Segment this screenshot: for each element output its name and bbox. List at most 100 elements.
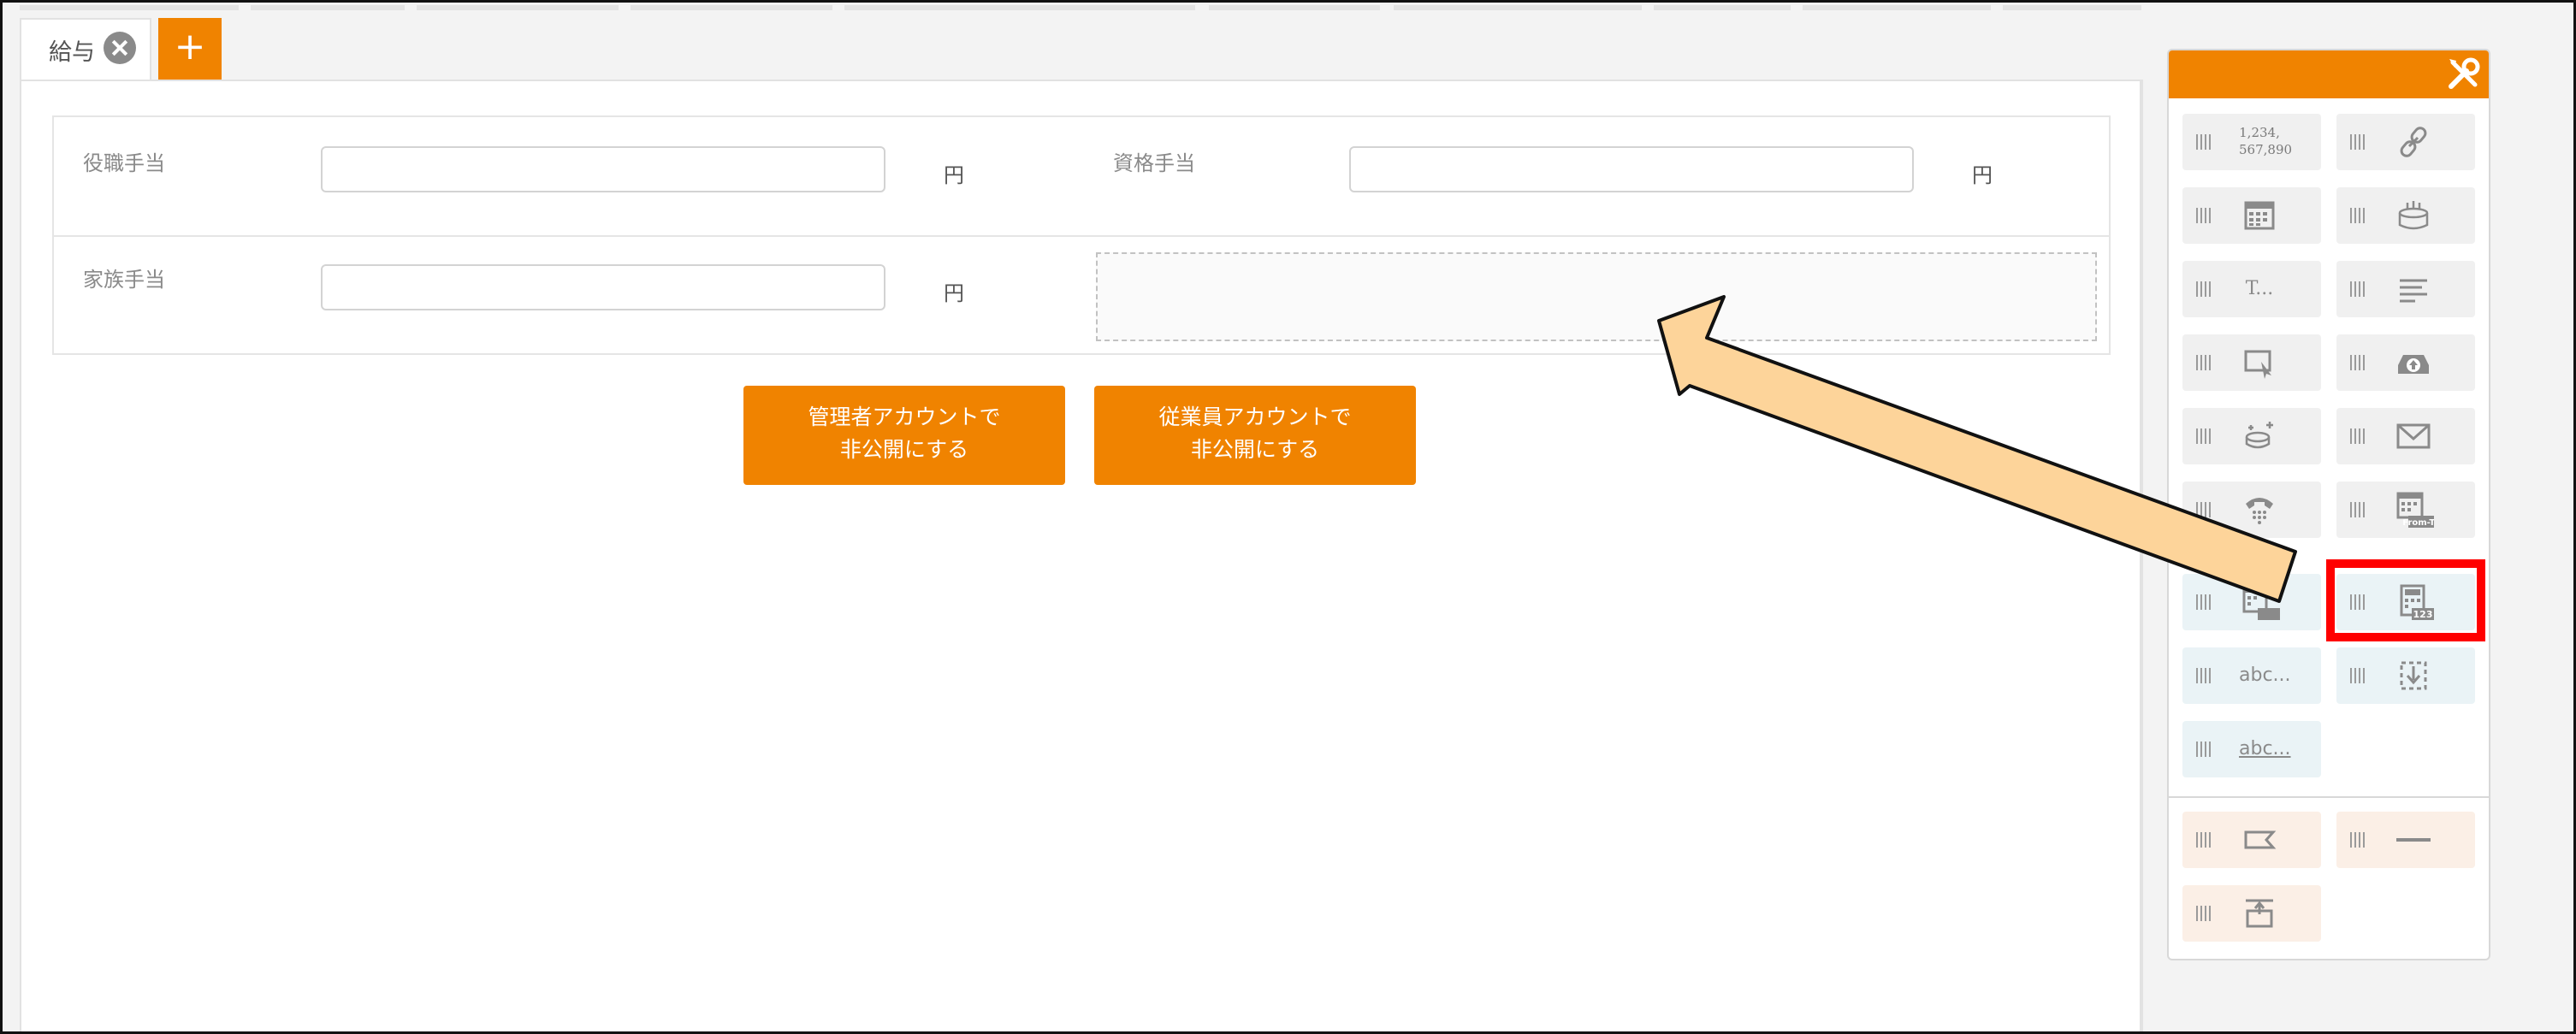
- top-strip: [417, 5, 619, 10]
- drag-handle-icon[interactable]: [2350, 208, 2367, 223]
- number-format-line: 567,890: [2239, 142, 2293, 157]
- wrench-screwdriver-icon[interactable]: [2444, 56, 2482, 93]
- email-tool[interactable]: [2336, 408, 2475, 464]
- top-strip: [2003, 5, 2141, 10]
- from-to-label: From-To: [2402, 518, 2434, 528]
- date-calc-tool[interactable]: [2182, 574, 2321, 630]
- hide-for-admin-button[interactable]: 管理者アカウントで 非公開にする: [743, 386, 1065, 485]
- tag-icon: [2244, 830, 2277, 849]
- calendar-icon: [2244, 201, 2275, 230]
- date-range-tool[interactable]: From-To: [2336, 482, 2475, 538]
- date-tool[interactable]: [2182, 187, 2321, 244]
- number-format-line: 1,234,: [2239, 125, 2280, 140]
- link-tool[interactable]: [2336, 114, 2475, 170]
- import-tool[interactable]: [2336, 647, 2475, 704]
- download-box-icon: [2400, 661, 2427, 690]
- abc-icon: abc...: [2239, 665, 2291, 686]
- drag-handle-icon[interactable]: [2196, 502, 2213, 517]
- tag-tool[interactable]: [2182, 812, 2321, 868]
- drag-handle-icon[interactable]: [2196, 134, 2213, 150]
- panel-edge: [2141, 80, 2143, 1031]
- button-line: 非公開にする: [839, 437, 969, 462]
- drag-handle-icon[interactable]: [2196, 355, 2213, 370]
- drag-handle-icon[interactable]: [2196, 208, 2213, 223]
- number-format-tool[interactable]: 1,234, 567,890: [2182, 114, 2321, 170]
- unit-label: 円: [1972, 163, 1993, 187]
- drag-handle-icon[interactable]: [2196, 832, 2213, 848]
- tab-salary[interactable]: 給与: [20, 18, 151, 80]
- unit-label: 円: [944, 163, 964, 187]
- top-strip: [844, 5, 1195, 10]
- drag-handle-icon[interactable]: [2350, 428, 2367, 444]
- horizontal-line-icon: [2396, 838, 2431, 842]
- drag-handle-icon[interactable]: [2196, 668, 2213, 683]
- button-line: 従業員アカウントで: [1158, 405, 1352, 429]
- field-grid: 役職手当 円 資格手当 円 家族手当 円: [52, 115, 2111, 355]
- select-tool[interactable]: [2182, 334, 2321, 391]
- abc-link-icon: abc...: [2239, 738, 2291, 759]
- drag-handle-icon[interactable]: [2350, 668, 2367, 683]
- top-strip: [1209, 5, 1380, 10]
- toolbox-header: [2169, 50, 2489, 98]
- drag-handle-icon[interactable]: [2350, 355, 2367, 370]
- top-strip: [631, 5, 832, 10]
- top-strip: [1654, 5, 1791, 10]
- linked-text-tool[interactable]: abc...: [2182, 721, 2321, 777]
- currency-tool[interactable]: [2182, 408, 2321, 464]
- cake-icon: [2398, 201, 2429, 230]
- drag-handle-icon[interactable]: [2350, 502, 2367, 517]
- envelope-icon: [2396, 423, 2431, 449]
- empty-drop-zone[interactable]: [1096, 252, 2097, 341]
- section-icon: [2246, 899, 2273, 928]
- drag-handle-icon[interactable]: [2350, 832, 2367, 848]
- qualification-allowance-input[interactable]: [1349, 146, 1914, 192]
- form-panel: 役職手当 円 資格手当 円 家族手当 円 管理者アカウントで 非公開にする 従業…: [20, 80, 2141, 1031]
- unit-label: 円: [944, 281, 964, 305]
- label-text-tool[interactable]: abc...: [2182, 647, 2321, 704]
- field-toolbox: 1,234, 567,890 T... From-T 123 abc... ab…: [2167, 49, 2490, 960]
- phone-tool[interactable]: [2182, 482, 2321, 538]
- field-label-family-allowance: 家族手当: [83, 268, 165, 292]
- highlight-box: [2326, 559, 2485, 641]
- field-label-qualification-allowance: 資格手当: [1113, 151, 1195, 175]
- top-strip: [20, 5, 239, 10]
- drag-handle-icon[interactable]: [2350, 134, 2367, 150]
- field-label-position-allowance: 役職手当: [83, 151, 165, 175]
- select-cursor-icon: [2244, 350, 2271, 379]
- hide-for-employee-button[interactable]: 従業員アカウントで 非公開にする: [1094, 386, 1416, 485]
- top-strip: [251, 5, 405, 10]
- section-tool[interactable]: [2182, 885, 2321, 942]
- row-divider: [54, 235, 2109, 237]
- close-icon[interactable]: [104, 32, 136, 64]
- link-icon: [2400, 127, 2427, 157]
- text-icon: T...: [2245, 278, 2274, 299]
- drag-handle-icon[interactable]: [2350, 281, 2367, 297]
- telephone-icon: [2246, 498, 2273, 524]
- toolbox-divider: [2169, 796, 2489, 798]
- drag-handle-icon[interactable]: [2196, 742, 2213, 757]
- family-allowance-input[interactable]: [321, 264, 885, 310]
- tab-salary-label: 給与: [49, 39, 95, 66]
- file-upload-tool[interactable]: [2336, 334, 2475, 391]
- add-tab-button[interactable]: +: [158, 18, 222, 80]
- top-strip: [1803, 5, 1991, 10]
- drag-handle-icon[interactable]: [2196, 428, 2213, 444]
- app-window: 給与 + 役職手当 円 資格手当 円 家族手当 円 管理者アカウントで 非公開に…: [0, 0, 2576, 1034]
- textarea-tool[interactable]: [2336, 261, 2475, 317]
- paragraph-icon: [2400, 279, 2427, 303]
- calendar-range-icon: From-To: [2396, 492, 2434, 528]
- separator-tool[interactable]: [2336, 812, 2475, 868]
- number-format-icon: 1,234, 567,890: [2239, 122, 2293, 162]
- drag-handle-icon[interactable]: [2196, 281, 2213, 297]
- drag-handle-icon[interactable]: [2196, 594, 2213, 610]
- calendar-calc-icon: [2242, 586, 2280, 620]
- button-line: 非公開にする: [1190, 437, 1320, 462]
- top-strip: [1394, 5, 1642, 10]
- text-tool[interactable]: T...: [2182, 261, 2321, 317]
- drag-handle-icon[interactable]: [2196, 906, 2213, 921]
- button-line: 管理者アカウントで: [808, 405, 1001, 429]
- position-allowance-input[interactable]: [321, 146, 885, 192]
- coins-icon: [2245, 422, 2273, 449]
- birthday-tool[interactable]: [2336, 187, 2475, 244]
- upload-tray-icon: [2398, 355, 2429, 374]
